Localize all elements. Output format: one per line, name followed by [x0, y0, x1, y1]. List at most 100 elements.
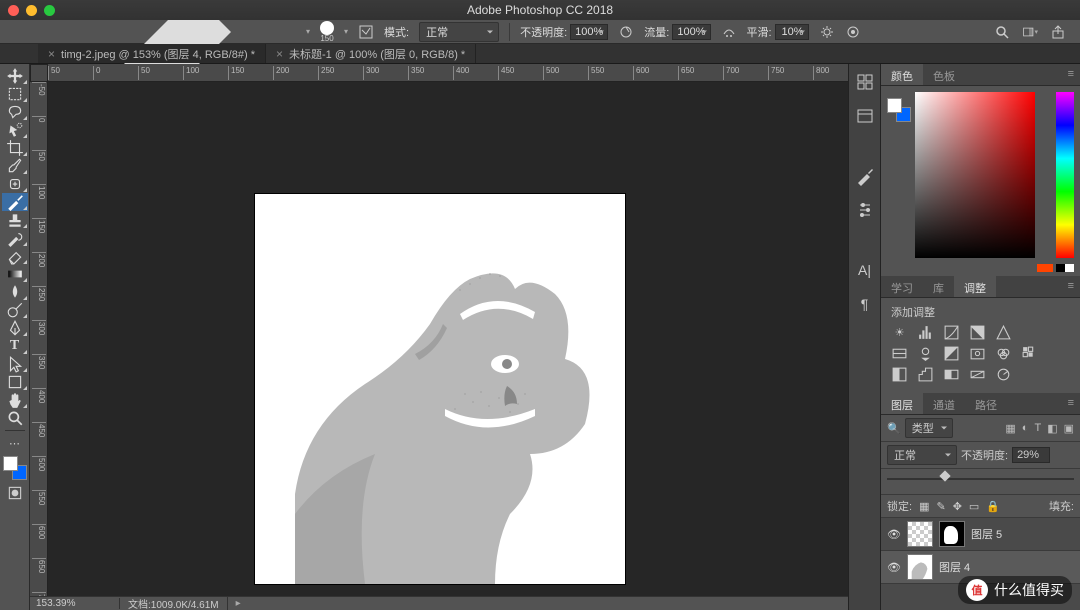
workspace-switcher-icon[interactable]: ▾: [1022, 24, 1038, 40]
type-tool[interactable]: T: [2, 337, 28, 355]
tab-layers[interactable]: 图层: [881, 393, 923, 414]
brush-panel-toggle-icon[interactable]: [358, 24, 374, 40]
filter-smart-icon[interactable]: ▣: [1064, 422, 1074, 435]
color-panel-swatches[interactable]: [887, 94, 911, 122]
tab-color[interactable]: 颜色: [881, 64, 923, 85]
close-tab-icon[interactable]: ×: [276, 47, 283, 61]
panel-menu-icon[interactable]: ≡: [1062, 64, 1080, 85]
color-lookup-icon[interactable]: [1021, 345, 1038, 362]
layer-name[interactable]: 图层 4: [939, 559, 970, 575]
opacity-input[interactable]: 100%: [570, 24, 608, 40]
flow-input[interactable]: 100%: [672, 24, 710, 40]
ruler-horizontal[interactable]: 5005010015020025030035040045050055060065…: [48, 64, 848, 82]
tab-channels[interactable]: 通道: [923, 393, 965, 414]
panel-menu-icon[interactable]: ≡: [1062, 276, 1080, 297]
visibility-toggle-icon[interactable]: 👁: [887, 561, 901, 574]
properties-panel-icon[interactable]: [855, 106, 875, 126]
hue-sat-icon[interactable]: [891, 345, 908, 362]
smoothing-options-icon[interactable]: [819, 24, 835, 40]
filter-type-icon[interactable]: T: [1034, 422, 1041, 435]
doc-info-menu-icon[interactable]: ▸: [228, 598, 249, 609]
pressure-size-icon[interactable]: [845, 24, 861, 40]
selective-color-icon[interactable]: [995, 366, 1012, 383]
filter-shape-icon[interactable]: ◧: [1047, 422, 1057, 435]
foreground-color[interactable]: [3, 456, 18, 471]
eyedropper-tool[interactable]: [2, 157, 28, 175]
tab-libraries[interactable]: 库: [923, 276, 954, 297]
layer-blend-mode[interactable]: 正常: [887, 445, 957, 465]
close-window-button[interactable]: [8, 5, 19, 16]
invert-icon[interactable]: [891, 366, 908, 383]
marquee-tool[interactable]: [2, 85, 28, 103]
exposure-icon[interactable]: [969, 324, 986, 341]
channel-mixer-icon[interactable]: [995, 345, 1012, 362]
pressure-opacity-icon[interactable]: [618, 24, 634, 40]
gradient-tool[interactable]: [2, 265, 28, 283]
doc-tab-1[interactable]: × 未标题-1 @ 100% (图层 0, RGB/8) *: [266, 44, 476, 63]
zoom-level[interactable]: 153.39%: [30, 598, 120, 609]
canvas-area[interactable]: 5005010015020025030035040045050055060065…: [30, 64, 848, 610]
color-balance-icon[interactable]: [917, 345, 934, 362]
ruler-origin[interactable]: [30, 64, 48, 82]
character-panel-icon[interactable]: A|: [855, 260, 875, 280]
search-icon[interactable]: [994, 24, 1010, 40]
maximize-window-button[interactable]: [44, 5, 55, 16]
tab-swatches[interactable]: 色板: [923, 64, 965, 85]
brush-tool[interactable]: [2, 193, 28, 211]
zoom-tool[interactable]: [2, 409, 28, 427]
hue-slider[interactable]: [1056, 92, 1074, 258]
layer-filter-select[interactable]: 类型: [905, 418, 953, 438]
doc-tab-0[interactable]: × timg-2.jpeg @ 153% (图层 4, RGB/8#) *: [38, 44, 266, 63]
minimize-window-button[interactable]: [26, 5, 37, 16]
smoothing-input[interactable]: 10%: [775, 24, 809, 40]
path-select-tool[interactable]: [2, 355, 28, 373]
paragraph-panel-icon[interactable]: ¶: [855, 294, 875, 314]
tab-paths[interactable]: 路径: [965, 393, 1007, 414]
filter-adjust-icon[interactable]: ◐: [1022, 422, 1029, 435]
healing-tool[interactable]: [2, 175, 28, 193]
color-swatches[interactable]: [3, 456, 27, 480]
dodge-tool[interactable]: [2, 301, 28, 319]
blur-tool[interactable]: [2, 283, 28, 301]
quick-select-tool[interactable]: [2, 121, 28, 139]
panel-menu-icon[interactable]: ≡: [1062, 393, 1080, 414]
gradient-map-icon[interactable]: [969, 366, 986, 383]
ruler-vertical[interactable]: -500501001502002503003504004505005506006…: [30, 82, 48, 596]
lock-artboard-icon[interactable]: ▭: [969, 500, 979, 513]
crop-tool[interactable]: [2, 139, 28, 157]
lock-image-icon[interactable]: ✎: [936, 500, 945, 513]
brushes-panel-icon[interactable]: [855, 166, 875, 186]
filter-search-icon[interactable]: 🔍: [887, 422, 901, 435]
color-field[interactable]: [915, 92, 1035, 258]
black-white-icon[interactable]: [943, 345, 960, 362]
lock-position-icon[interactable]: ✥: [953, 500, 962, 513]
photo-filter-icon[interactable]: [969, 345, 986, 362]
shape-tool[interactable]: [2, 373, 28, 391]
layer-thumbnail[interactable]: [907, 521, 933, 547]
layer-mask-thumbnail[interactable]: [939, 521, 965, 547]
vibrance-icon[interactable]: [995, 324, 1012, 341]
hand-tool[interactable]: [2, 391, 28, 409]
layer-name[interactable]: 图层 5: [971, 526, 1002, 542]
opacity-slider[interactable]: [887, 472, 1074, 486]
edit-toolbar-icon[interactable]: ⋯: [2, 434, 28, 452]
airbrush-icon[interactable]: [721, 24, 737, 40]
close-tab-icon[interactable]: ×: [48, 47, 55, 61]
brush-preview[interactable]: 150: [320, 21, 334, 43]
layer-row[interactable]: 👁 图层 5: [881, 518, 1080, 551]
history-panel-icon[interactable]: [855, 72, 875, 92]
layer-thumbnail[interactable]: [907, 554, 933, 580]
document-canvas[interactable]: [255, 194, 625, 584]
levels-icon[interactable]: [917, 324, 934, 341]
move-tool[interactable]: [2, 67, 28, 85]
curves-icon[interactable]: [943, 324, 960, 341]
blend-mode-select[interactable]: 正常: [419, 22, 499, 42]
tab-adjustments[interactable]: 调整: [954, 276, 996, 297]
layer-opacity-input[interactable]: 29%: [1012, 447, 1050, 463]
brightness-contrast-icon[interactable]: ☀: [891, 324, 908, 341]
pen-tool[interactable]: [2, 319, 28, 337]
lock-all-icon[interactable]: 🔒: [986, 500, 1000, 513]
quickmask-toggle[interactable]: [2, 484, 28, 502]
lock-transparency-icon[interactable]: ▦: [919, 500, 929, 513]
share-icon[interactable]: [1050, 24, 1066, 40]
